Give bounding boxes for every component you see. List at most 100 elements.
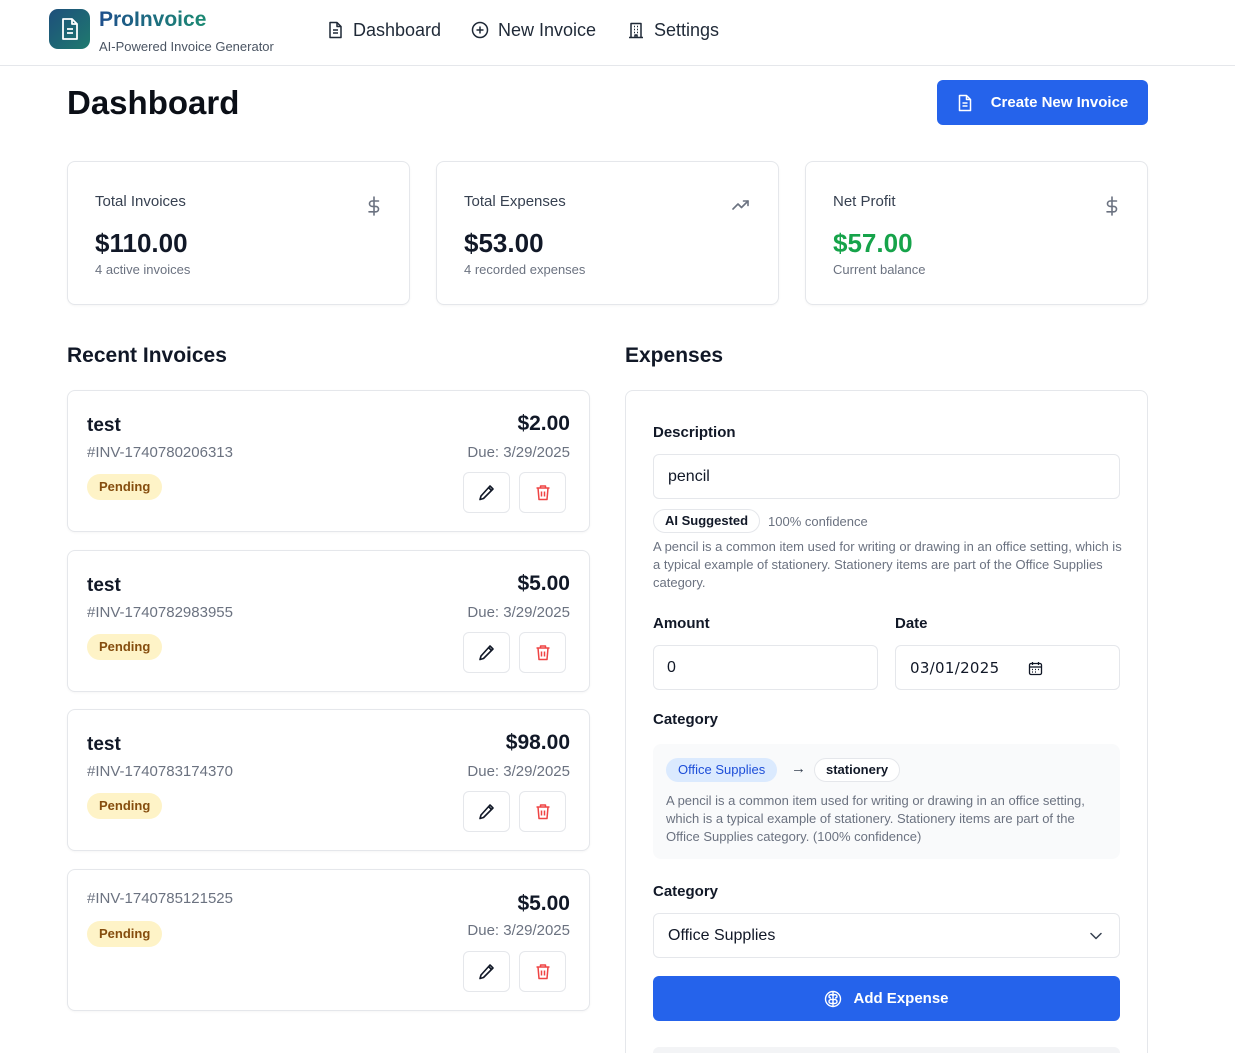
- file-text-icon: [958, 94, 971, 111]
- pencil-icon: [479, 645, 494, 661]
- pencil-icon: [479, 964, 494, 980]
- invoice-amount: $5.00: [517, 572, 570, 595]
- delete-invoice-button[interactable]: [519, 472, 566, 513]
- invoice-card[interactable]: test #INV-1740783174370 Pending $98.00 D…: [67, 709, 590, 851]
- category-explanation: A pencil is a common item used for writi…: [666, 793, 1085, 844]
- stat-value: $57.00: [833, 228, 913, 258]
- delete-invoice-button[interactable]: [519, 791, 566, 832]
- amount-input[interactable]: 0: [653, 645, 878, 690]
- invoice-amount: $5.00: [517, 892, 570, 915]
- edit-invoice-button[interactable]: [463, 632, 510, 673]
- add-expense-label: Add Expense: [853, 990, 949, 1007]
- status-badge: Pending: [87, 793, 163, 819]
- status-badge: Pending: [87, 474, 163, 500]
- trash-icon: [536, 485, 549, 501]
- description-value: pencil: [668, 467, 710, 485]
- edit-invoice-button[interactable]: [463, 472, 510, 513]
- nav-new-invoice-label: New Invoice: [498, 19, 597, 40]
- stat-card-total-expenses: Total Expenses $53.00 4 recorded expense…: [436, 161, 779, 305]
- amount-value: 0: [667, 658, 676, 676]
- recent-invoices-title: Recent Invoices: [67, 344, 227, 367]
- description-input[interactable]: pencil: [653, 454, 1120, 499]
- category-label: Category: [653, 711, 719, 728]
- next-section-placeholder: [653, 1047, 1120, 1053]
- delete-invoice-button[interactable]: [519, 632, 566, 673]
- invoice-client-name: test: [87, 734, 121, 755]
- category-select-label: Category: [653, 883, 719, 900]
- ai-category-suggestion: Office Supplies → stationery A pencil is…: [653, 744, 1120, 859]
- stat-label: Total Expenses: [464, 193, 566, 210]
- nav-dashboard[interactable]: Dashboard: [327, 17, 441, 43]
- dollar-icon: [368, 196, 380, 216]
- amount-label: Amount: [653, 615, 710, 632]
- delete-invoice-button[interactable]: [519, 951, 566, 992]
- date-value: 03/01/2025: [910, 658, 1000, 677]
- invoice-due-date: Due: 3/29/2025: [467, 604, 570, 621]
- invoice-client-name: test: [87, 575, 121, 596]
- trash-icon: [536, 964, 549, 980]
- stat-value: $110.00: [95, 228, 188, 258]
- create-new-invoice-label: Create New Invoice: [990, 94, 1129, 111]
- category-chip: Office Supplies: [666, 758, 778, 782]
- trash-icon: [536, 804, 549, 820]
- create-new-invoice-button[interactable]: Create New Invoice: [937, 80, 1148, 125]
- plus-circle-icon: [471, 21, 489, 39]
- category-select-value: Office Supplies: [668, 926, 776, 944]
- trending-up-icon: [732, 200, 749, 210]
- description-label: Description: [653, 424, 736, 441]
- invoice-amount: $98.00: [505, 731, 570, 754]
- category-select[interactable]: Office Supplies: [653, 913, 1120, 958]
- file-text-icon: [329, 21, 342, 39]
- date-label: Date: [895, 615, 928, 632]
- stat-subtext: 4 active invoices: [95, 262, 191, 277]
- status-badge: Pending: [87, 921, 163, 947]
- arrow-right-icon: →: [791, 760, 806, 777]
- status-badge: Pending: [87, 634, 163, 660]
- building-icon: [629, 22, 643, 39]
- invoice-number: #INV-1740785121525: [87, 890, 233, 907]
- document-icon: [61, 18, 78, 40]
- invoice-due-date: Due: 3/29/2025: [467, 444, 570, 461]
- stat-value: $53.00: [464, 228, 544, 258]
- invoice-number: #INV-1740782983955: [87, 604, 233, 621]
- subcategory-chip: stationery: [814, 758, 901, 782]
- nav-dashboard-label: Dashboard: [353, 19, 442, 40]
- stat-label: Total Invoices: [95, 193, 186, 210]
- edit-invoice-button[interactable]: [463, 951, 510, 992]
- confidence-text: 100% confidence: [768, 514, 868, 529]
- invoice-card[interactable]: #INV-1740785121525 Pending $5.00 Due: 3/…: [67, 869, 590, 1011]
- dollar-icon: [1106, 196, 1118, 216]
- stat-subtext: Current balance: [833, 262, 926, 277]
- add-expense-button[interactable]: Add Expense: [653, 976, 1120, 1021]
- ai-explanation: A pencil is a common item used for writi…: [653, 539, 1122, 590]
- expense-form-panel: Description pencil AI Suggested 100% con…: [625, 390, 1148, 1053]
- nav-settings-label: Settings: [654, 19, 720, 40]
- calendar-icon[interactable]: [1028, 661, 1043, 676]
- nav-settings[interactable]: Settings: [627, 17, 719, 43]
- nav-new-invoice[interactable]: New Invoice: [471, 17, 596, 43]
- invoice-card[interactable]: test #INV-1740782983955 Pending $5.00 Du…: [67, 550, 590, 692]
- ai-suggested-chip: AI Suggested: [653, 509, 761, 533]
- stat-card-total-invoices: Total Invoices $110.00 4 active invoices: [67, 161, 410, 305]
- invoice-amount: $2.00: [517, 412, 570, 435]
- chevron-down-icon: [1090, 932, 1102, 940]
- invoice-due-date: Due: 3/29/2025: [467, 763, 570, 780]
- edit-invoice-button[interactable]: [463, 791, 510, 832]
- invoice-due-date: Due: 3/29/2025: [467, 922, 570, 939]
- app-tagline: AI-Powered Invoice Generator: [99, 39, 274, 54]
- date-input[interactable]: 03/01/2025: [895, 645, 1120, 690]
- invoice-number: #INV-1740780206313: [87, 444, 233, 461]
- stat-label: Net Profit: [833, 193, 896, 210]
- pencil-icon: [479, 804, 494, 820]
- invoice-card[interactable]: test #INV-1740780206313 Pending $2.00 Du…: [67, 390, 590, 532]
- trash-icon: [536, 645, 549, 661]
- invoice-client-name: test: [87, 415, 121, 436]
- brain-icon: [825, 990, 842, 1007]
- app-name[interactable]: ProInvoice: [99, 8, 206, 32]
- app-logo[interactable]: [49, 9, 90, 49]
- pencil-icon: [479, 485, 494, 501]
- top-navbar: ProInvoice AI-Powered Invoice Generator …: [0, 0, 1235, 66]
- page-title: Dashboard: [67, 84, 240, 121]
- invoice-number: #INV-1740783174370: [87, 763, 233, 780]
- stat-card-net-profit: Net Profit $57.00 Current balance: [805, 161, 1148, 305]
